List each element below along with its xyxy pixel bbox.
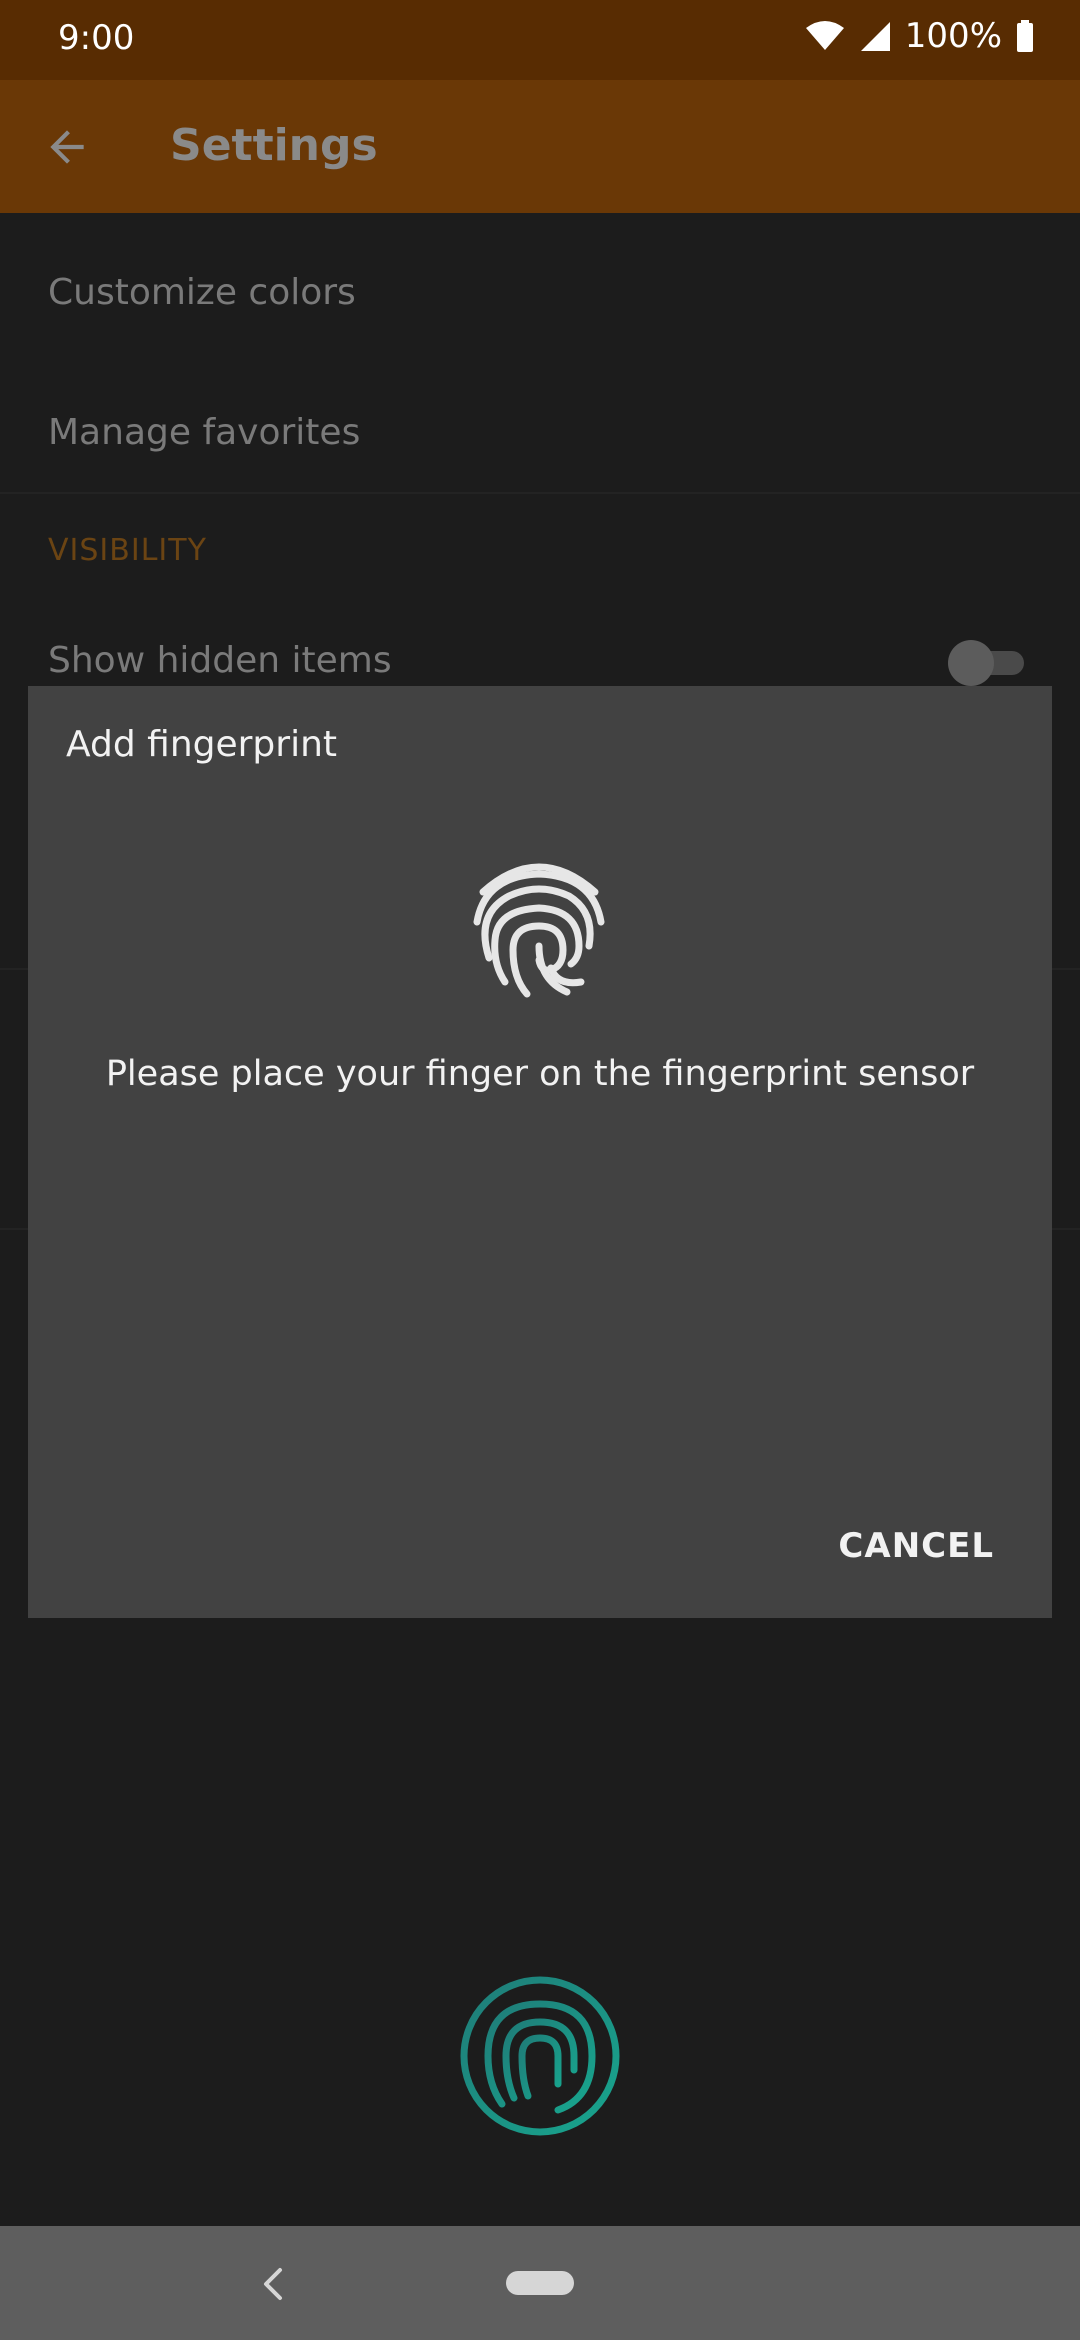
section-header-visibility: VISIBILITY: [48, 533, 207, 568]
app-bar: Settings: [0, 80, 1080, 213]
nav-back-icon[interactable]: [258, 2264, 288, 2304]
arrow-back-icon[interactable]: [42, 122, 92, 172]
wifi-icon: [805, 21, 844, 50]
status-indicators: 100%: [805, 16, 1034, 56]
battery-icon: [1017, 20, 1033, 52]
add-fingerprint-dialog: Add fingerprint Please place your finger…: [28, 686, 1052, 1618]
show-hidden-items-toggle[interactable]: [948, 640, 1024, 686]
show-hidden-items-label[interactable]: Show hidden items: [48, 640, 392, 681]
dialog-title: Add fingerprint: [66, 724, 338, 765]
status-bar: 9:00 100%: [0, 0, 1080, 80]
dialog-message: Please place your finger on the fingerpr…: [105, 1054, 975, 1094]
battery-percent: 100%: [904, 16, 1002, 56]
toggle-thumb: [948, 640, 994, 686]
section-divider: [0, 492, 1080, 494]
cancel-button[interactable]: CANCEL: [838, 1526, 994, 1566]
manage-favorites-item[interactable]: Manage favorites: [48, 412, 360, 453]
fingerprint-sensor-icon[interactable]: [458, 1974, 622, 2138]
system-nav-bar: [0, 2226, 1080, 2340]
cell-signal-icon: [860, 22, 890, 51]
status-time: 9:00: [58, 18, 135, 58]
page-title: Settings: [170, 120, 378, 171]
customize-colors-item[interactable]: Customize colors: [48, 272, 356, 313]
fingerprint-icon: [473, 863, 605, 998]
nav-home-pill[interactable]: [506, 2271, 574, 2295]
